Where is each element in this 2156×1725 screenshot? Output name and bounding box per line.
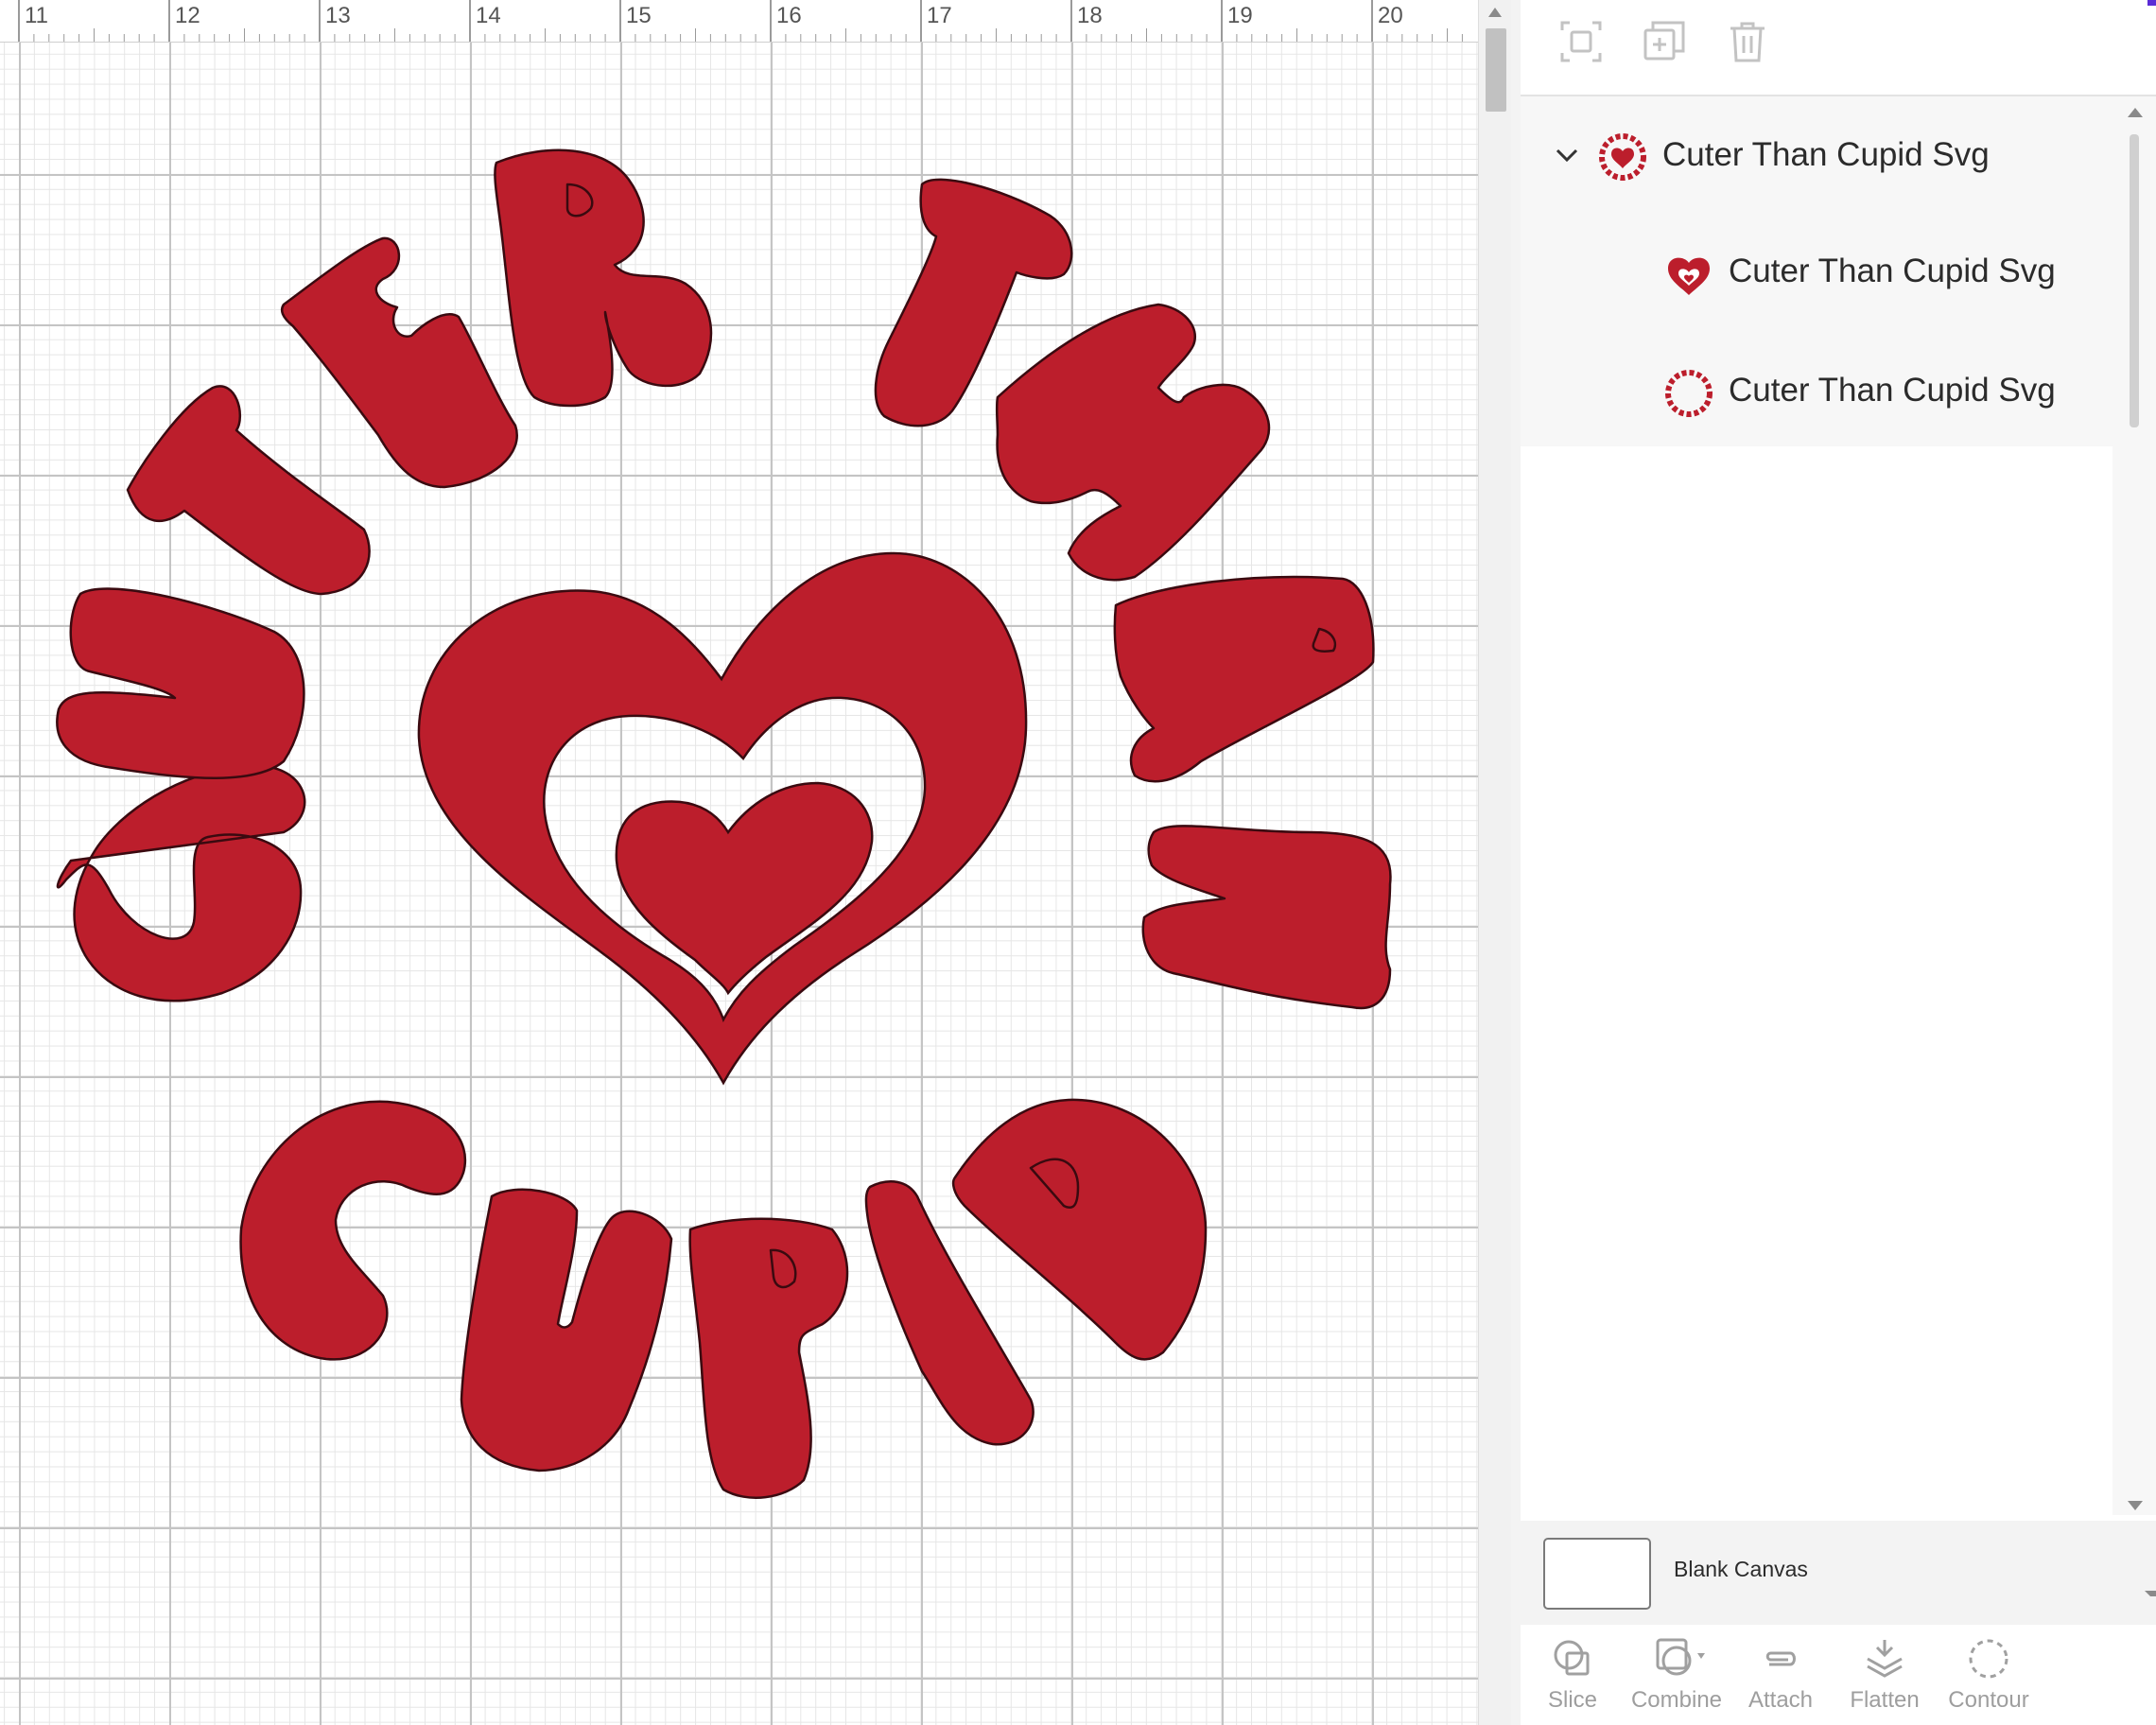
scroll-thumb[interactable] <box>1486 28 1506 112</box>
resize-corner-marker <box>2145 1591 2156 1600</box>
ruler-label: 18 <box>1077 3 1103 28</box>
attach-label: Attach <box>1747 1687 1814 1713</box>
contour-label: Contour <box>1948 1687 2029 1713</box>
text-circle-thumbnail-icon <box>1665 370 1713 417</box>
ruler-label: 13 <box>325 3 351 28</box>
layer-list: Cuter Than Cupid Svg Cuter Than Cupid Sv… <box>1521 96 2113 446</box>
canvas-swatch[interactable] <box>1543 1538 1651 1610</box>
ruler-label: 15 <box>626 3 652 28</box>
flatten-label: Flatten <box>1850 1687 1920 1713</box>
scroll-thumb[interactable] <box>2130 134 2139 427</box>
layer-item-heart[interactable]: Cuter Than Cupid Svg <box>1521 215 2113 319</box>
text-circle-thumbnail-icon <box>1599 133 1646 181</box>
flatten-icon <box>1867 1640 1903 1678</box>
contour-icon <box>1969 1639 2008 1679</box>
letter-t-1[interactable] <box>126 385 371 596</box>
scroll-up-arrow[interactable] <box>1488 8 1502 17</box>
cuter-than-cupid-design[interactable] <box>0 0 1478 1725</box>
attach-icon <box>1765 1651 1796 1666</box>
letter-r[interactable] <box>494 148 713 408</box>
horizontal-ruler: 11 12 13 14 15 16 17 18 19 20 <box>0 0 1478 43</box>
ruler-label: 12 <box>175 3 200 28</box>
layer-group-row[interactable]: Cuter Than Cupid Svg <box>1521 96 2113 200</box>
scroll-down-arrow[interactable] <box>2128 1501 2143 1510</box>
canvas-vertical-scrollbar[interactable] <box>1478 0 1512 1725</box>
slice-icon <box>1554 1640 1590 1676</box>
letter-p[interactable] <box>688 1217 849 1499</box>
attach-button[interactable]: Attach <box>1729 1629 1833 1725</box>
contour-button[interactable]: Contour <box>1937 1629 2041 1725</box>
letter-n[interactable] <box>1141 825 1392 1010</box>
ruler-label: 17 <box>927 3 952 28</box>
design-canvas[interactable]: 11 12 13 14 15 16 17 18 19 20 <box>0 0 1478 1725</box>
ruler-label: 20 <box>1378 3 1403 28</box>
layer-group-label: Cuter Than Cupid Svg <box>1662 136 1990 173</box>
letter-u-1[interactable] <box>56 587 305 779</box>
delete-icon[interactable] <box>1725 19 1770 64</box>
flatten-button[interactable]: Flatten <box>1833 1629 1937 1725</box>
window-edge-marker <box>2147 0 2156 6</box>
scroll-up-arrow[interactable] <box>2128 108 2143 117</box>
duplicate-icon[interactable] <box>1642 19 1687 64</box>
slice-label: Slice <box>1547 1687 1598 1713</box>
letter-e[interactable] <box>280 236 518 489</box>
combine-label: Combine <box>1630 1687 1723 1713</box>
letter-d[interactable] <box>951 1098 1208 1361</box>
ruler-label: 16 <box>776 3 802 28</box>
layer-item-label: Cuter Than Cupid Svg <box>1729 372 2056 409</box>
canvas-label: Blank Canvas <box>1674 1557 1808 1581</box>
heart-thumbnail-icon <box>1668 257 1710 295</box>
action-toolbar: Slice Combine Attach Flatten Contour <box>1521 1629 2156 1725</box>
letter-c-2[interactable] <box>239 1100 466 1361</box>
letter-h[interactable] <box>995 303 1271 582</box>
layers-vertical-scrollbar[interactable] <box>2113 96 2156 1515</box>
ruler-label: 14 <box>476 3 501 28</box>
ruler-label: 11 <box>25 3 48 28</box>
combine-icon <box>1656 1638 1705 1676</box>
layer-item-text[interactable]: Cuter Than Cupid Svg <box>1521 333 2113 437</box>
layer-item-label: Cuter Than Cupid Svg <box>1729 253 2056 289</box>
slice-button[interactable]: Slice <box>1521 1629 1625 1725</box>
ruler-label: 19 <box>1227 3 1253 28</box>
letter-c-1[interactable] <box>56 764 306 1002</box>
group-icon[interactable] <box>1558 19 1604 64</box>
heart-in-heart-icon[interactable] <box>417 551 1028 1086</box>
panel-divider[interactable] <box>1511 0 1521 1725</box>
chevron-down-icon[interactable] <box>1553 141 1581 169</box>
letter-u-2[interactable] <box>460 1188 673 1472</box>
letter-a[interactable] <box>1113 575 1375 783</box>
layers-toolbar <box>1521 0 2156 96</box>
layers-panel: Cuter Than Cupid Svg Cuter Than Cupid Sv… <box>1521 0 2156 1725</box>
canvas-setting-row[interactable]: Blank Canvas <box>1521 1521 2156 1625</box>
combine-button[interactable]: Combine <box>1625 1629 1729 1725</box>
